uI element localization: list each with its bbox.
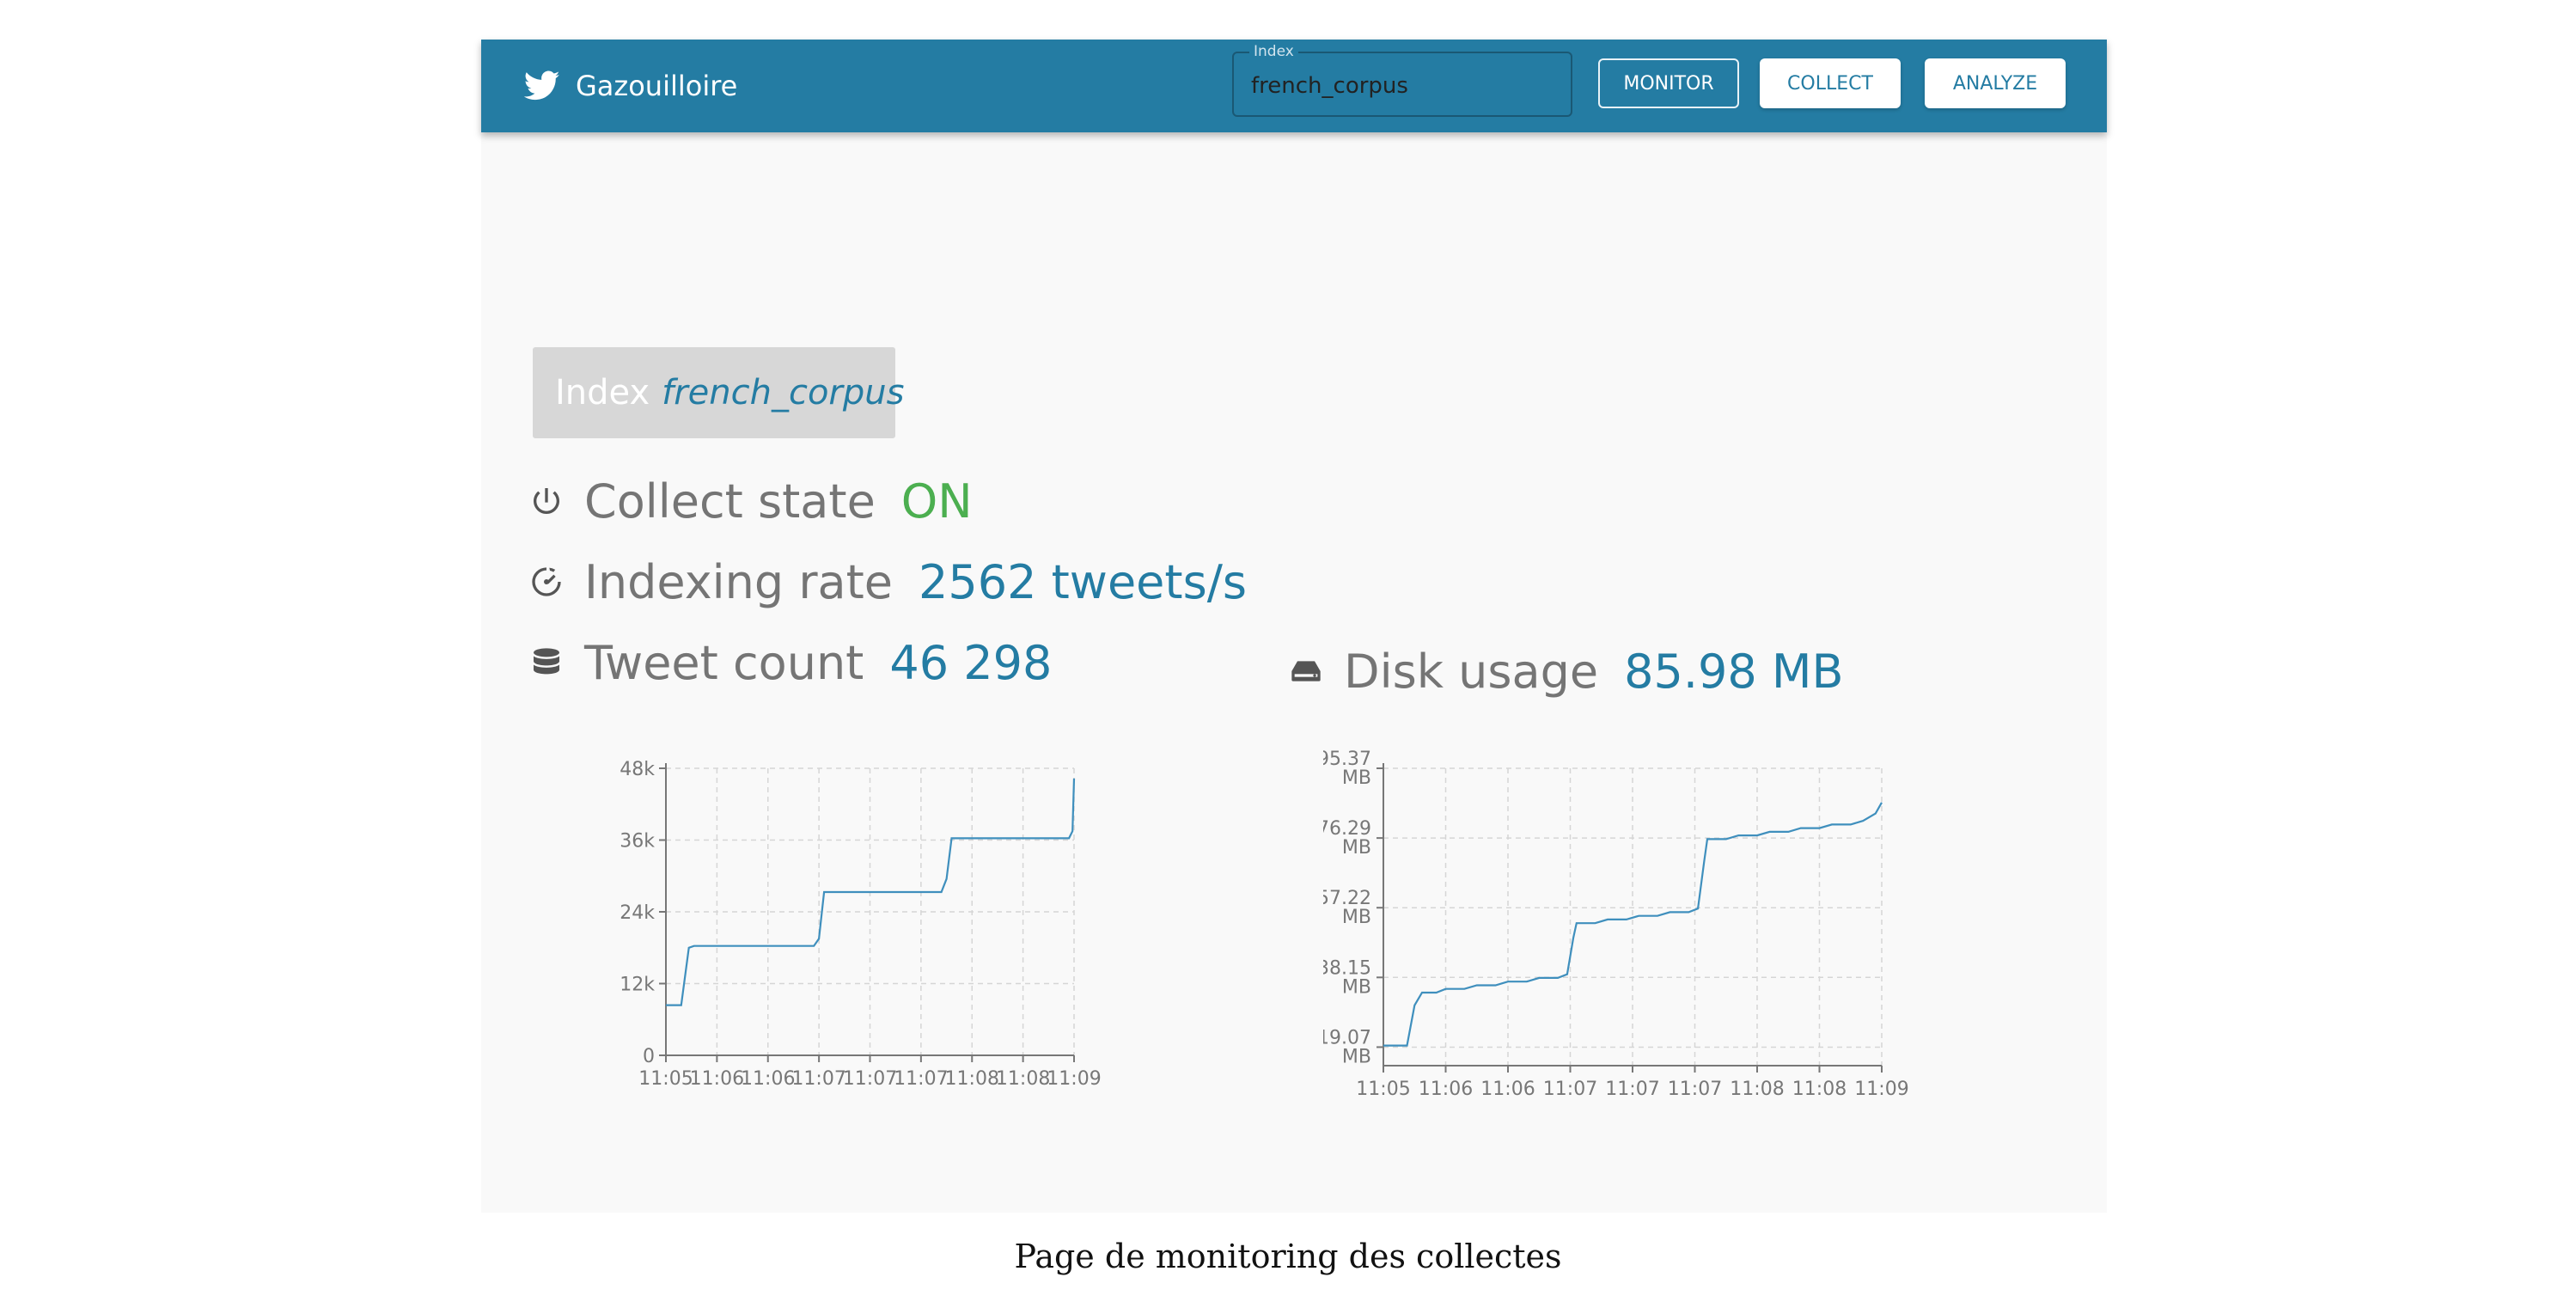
y-tick-label-unit: MB <box>1342 1046 1371 1067</box>
index-field-label: Index <box>1249 43 1298 60</box>
brand[interactable]: Gazouilloire <box>524 40 737 132</box>
index-chip: Index french_corpus <box>533 347 904 438</box>
app-window: Gazouilloire Index MONITOR COLLECT ANALY… <box>481 40 2107 1213</box>
x-tick-label: 11:05 <box>638 1068 693 1088</box>
collect-state-label: Collect state <box>584 474 876 529</box>
app-bar: Gazouilloire Index MONITOR COLLECT ANALY… <box>481 40 2107 132</box>
x-tick-label: 11:07 <box>1605 1079 1659 1100</box>
x-tick-label: 11:08 <box>945 1068 999 1088</box>
twitter-bird-icon <box>524 70 560 101</box>
x-tick-label: 11:07 <box>843 1068 897 1088</box>
database-icon <box>534 648 559 675</box>
indexing-rate-label: Indexing rate <box>584 554 894 609</box>
x-tick-label: 11:07 <box>894 1068 948 1088</box>
x-tick-label: 11:09 <box>1854 1079 1908 1100</box>
tweet-count-row: Tweet count 46 298 <box>529 633 1052 693</box>
analyze-button[interactable]: ANALYZE <box>1925 58 2066 108</box>
x-tick-label: 11:07 <box>1668 1079 1722 1100</box>
disk-usage-row: Disk usage 85.98 MB <box>1289 641 1844 701</box>
indexing-rate-row: Indexing rate 2562 tweets/s <box>529 552 1247 612</box>
x-tick-label: 11:06 <box>690 1068 744 1088</box>
tweet-count-chart: 012k24k36k48k11:0511:0611:0611:0711:0711… <box>620 759 1101 1088</box>
app-title: Gazouilloire <box>576 70 738 102</box>
indexing-rate-value: 2562 tweets/s <box>919 554 1248 609</box>
harddisk-icon <box>1291 661 1321 682</box>
y-tick-label-unit: MB <box>1342 837 1371 859</box>
disk-usage-chart: 19.07MB38.15MB57.22MB76.29MB95.37MB11:05… <box>1323 749 1909 1100</box>
y-tick-label: 12k <box>620 975 655 996</box>
x-tick-label: 11:06 <box>1480 1079 1535 1100</box>
power-icon <box>534 488 559 514</box>
x-tick-label: 11:06 <box>741 1068 795 1088</box>
tweet-count-value: 46 298 <box>889 635 1053 690</box>
monitor-button[interactable]: MONITOR <box>1598 58 1739 108</box>
x-tick-label: 11:07 <box>1543 1079 1597 1100</box>
collect-state-value: ON <box>900 474 973 529</box>
x-tick-label: 11:07 <box>791 1068 845 1088</box>
index-chip-value: french_corpus <box>662 373 905 413</box>
x-tick-label: 11:08 <box>1730 1079 1784 1100</box>
y-tick-label-unit: MB <box>1342 976 1371 998</box>
x-tick-label: 11:06 <box>1419 1079 1473 1100</box>
index-chip-label: Index <box>555 373 650 413</box>
y-tick-label: 48k <box>620 759 655 780</box>
y-tick-label: 24k <box>620 902 655 924</box>
x-tick-label: 11:05 <box>1356 1079 1410 1100</box>
disk-usage-label: Disk usage <box>1344 644 1599 699</box>
y-tick-label-unit: MB <box>1342 767 1371 789</box>
x-tick-label: 11:08 <box>1792 1079 1847 1100</box>
speedometer-icon <box>532 567 561 596</box>
figure-caption: Page de monitoring des collectes <box>1014 1238 1562 1275</box>
y-tick-label-unit: MB <box>1342 907 1371 928</box>
index-input[interactable] <box>1251 70 1552 101</box>
collect-button[interactable]: COLLECT <box>1760 58 1901 108</box>
x-tick-label: 11:08 <box>996 1068 1050 1088</box>
collect-state-row: Collect state ON <box>529 471 973 531</box>
y-tick-label: 36k <box>620 831 655 853</box>
disk-usage-value: 85.98 MB <box>1624 644 1844 699</box>
index-field[interactable]: Index <box>1232 43 1572 117</box>
x-tick-label: 11:09 <box>1047 1068 1101 1088</box>
y-tick-label: 0 <box>643 1046 655 1067</box>
tweet-count-label: Tweet count <box>584 635 864 690</box>
